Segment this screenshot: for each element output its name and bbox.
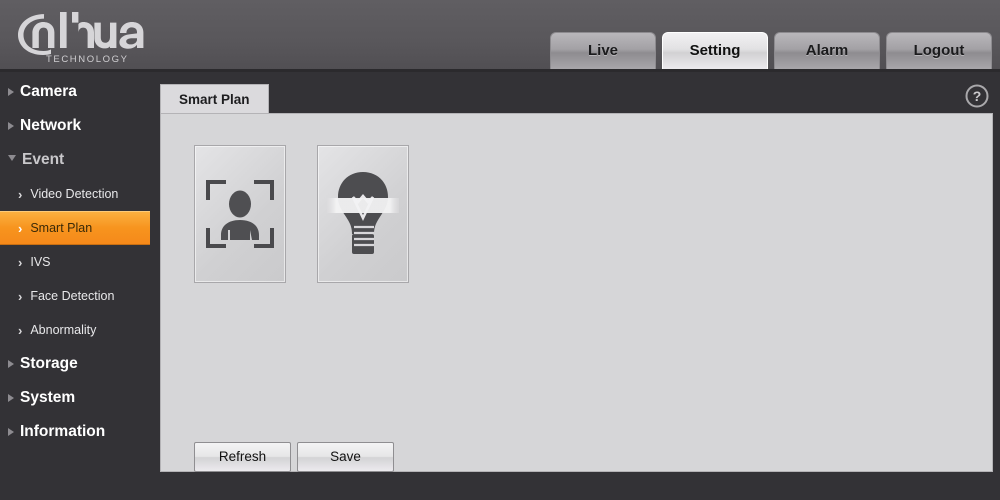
sidebar-item-label: Network — [20, 117, 82, 134]
sidebar-item-network[interactable]: Network — [0, 109, 150, 143]
dahua-logo: TECHNOLOGY — [14, 8, 149, 64]
sidebar-item-abnormality[interactable]: › Abnormality — [0, 313, 150, 347]
sidebar-item-label: Storage — [20, 355, 78, 372]
top-navigation: Live Setting Alarm Logout — [550, 29, 992, 69]
triangle-down-icon — [8, 155, 16, 165]
dahua-web-ui: TECHNOLOGY Live Setting Alarm Logout Cam… — [0, 0, 1000, 500]
sidebar-item-ivs[interactable]: › IVS — [0, 245, 150, 279]
logo-tagline-text: TECHNOLOGY — [46, 54, 129, 64]
sidebar-item-label: IVS — [30, 255, 51, 269]
dahua-logo-icon: TECHNOLOGY — [18, 12, 144, 64]
tile-face-detection[interactable] — [194, 145, 286, 283]
save-button[interactable]: Save — [297, 442, 394, 472]
help-question-icon: ? — [965, 84, 989, 108]
sidebar-item-label: System — [20, 389, 76, 406]
tile-smart-lightbulb[interactable] — [317, 145, 409, 283]
sidebar-item-face-detection[interactable]: › Face Detection — [0, 279, 150, 313]
tab-bar: Smart Plan — [160, 84, 269, 114]
sidebar-item-information[interactable]: Information — [0, 415, 150, 449]
nav-button-setting[interactable]: Setting — [662, 32, 768, 69]
sidebar-item-camera[interactable]: Camera — [0, 75, 150, 109]
sidebar-item-label: Face Detection — [30, 289, 115, 303]
refresh-button[interactable]: Refresh — [194, 442, 291, 472]
sidebar-item-label: Information — [20, 423, 106, 440]
sidebar-item-label: Video Detection — [30, 187, 119, 201]
app-header: TECHNOLOGY Live Setting Alarm Logout — [0, 0, 1000, 72]
sidebar-item-label: Camera — [20, 83, 77, 100]
action-buttons: Refresh Save — [194, 442, 394, 472]
smart-plan-panel: Refresh Save — [160, 113, 993, 472]
content-area: Smart Plan ? Refresh Save — [150, 75, 1000, 500]
sidebar-item-smart-plan[interactable]: › Smart Plan — [0, 211, 150, 245]
sidebar-item-video-detection[interactable]: › Video Detection — [0, 177, 150, 211]
nav-button-logout[interactable]: Logout — [886, 32, 992, 69]
sidebar-item-system[interactable]: System — [0, 381, 150, 415]
sidebar-item-label: Event — [22, 151, 65, 168]
help-button[interactable]: ? — [964, 83, 990, 109]
sidebar-item-label: Smart Plan — [30, 221, 93, 235]
lightbulb-smart-icon — [327, 172, 399, 254]
sidebar-item-label: Abnormality — [30, 323, 97, 337]
face-detection-icon — [206, 180, 274, 248]
nav-button-live[interactable]: Live — [550, 32, 656, 69]
smart-plan-tiles — [194, 145, 409, 283]
nav-button-alarm[interactable]: Alarm — [774, 32, 880, 69]
sidebar-navigation: Camera Network Event › Video Detection ›… — [0, 75, 150, 500]
svg-text:?: ? — [973, 88, 982, 104]
sidebar-item-event[interactable]: Event — [0, 143, 150, 177]
tab-smart-plan[interactable]: Smart Plan — [160, 84, 269, 114]
sidebar-item-storage[interactable]: Storage — [0, 347, 150, 381]
